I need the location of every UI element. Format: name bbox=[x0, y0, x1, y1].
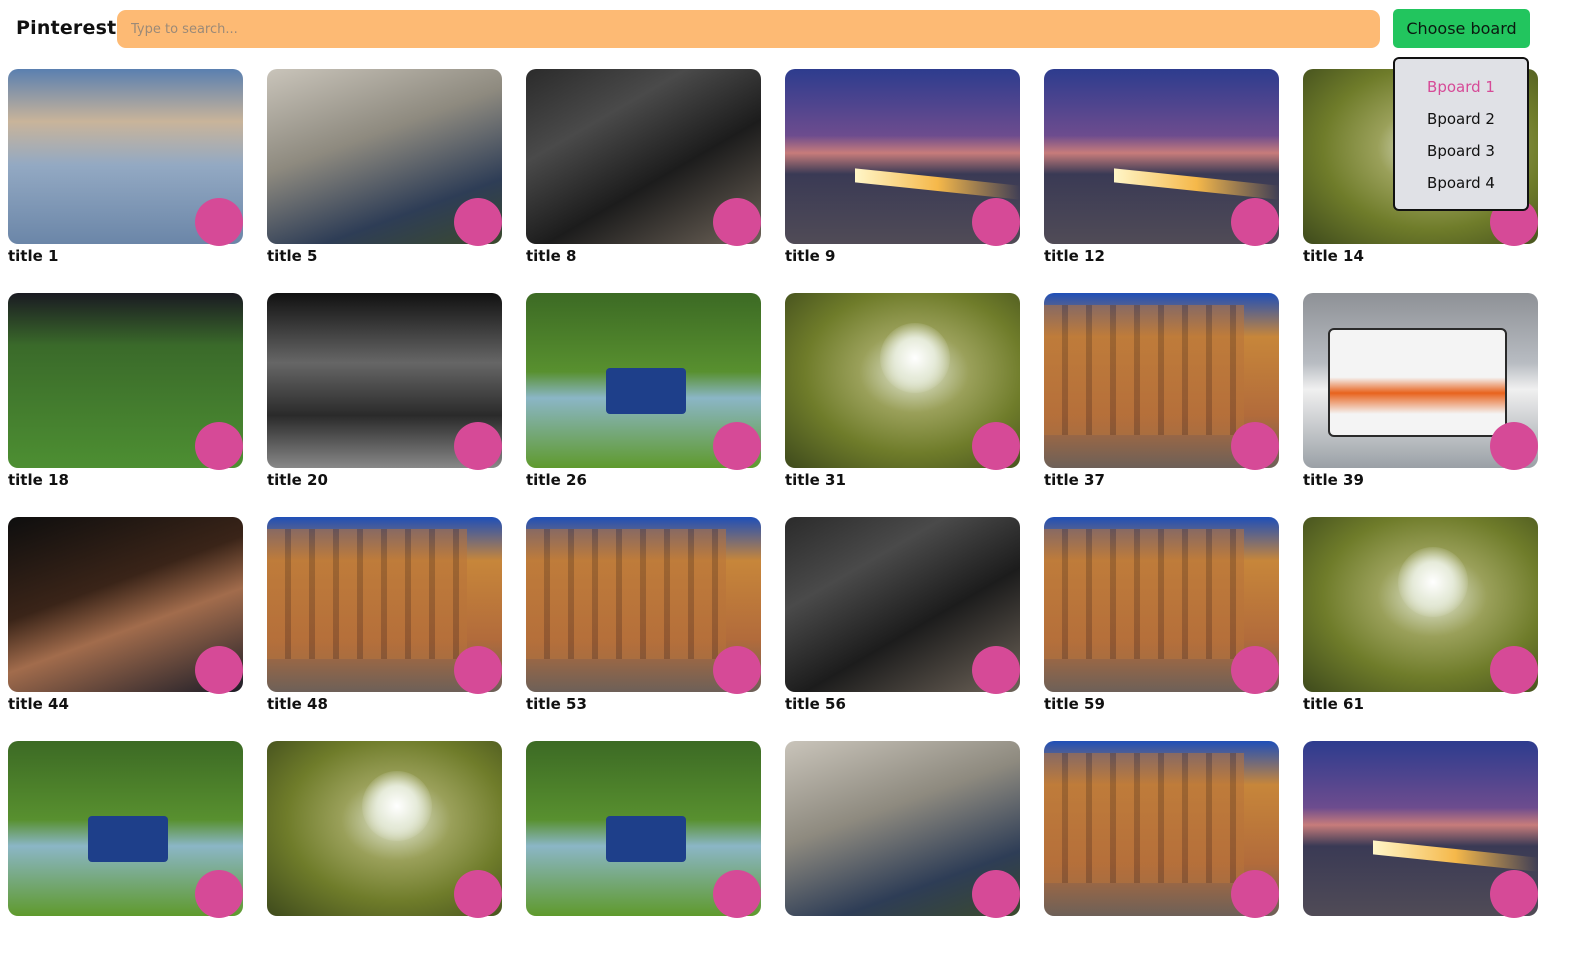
save-pin-button[interactable] bbox=[195, 870, 243, 918]
pin-card[interactable]: title 61 bbox=[1303, 517, 1538, 741]
pin-title: title 61 bbox=[1303, 695, 1364, 713]
light-trail bbox=[1114, 168, 1279, 200]
pin-title: title 20 bbox=[267, 471, 328, 489]
save-pin-button[interactable] bbox=[195, 646, 243, 694]
pin-grid: title 1 title 5 title 8 title 9 title 12 titl… bbox=[8, 69, 1538, 965]
light-trail bbox=[1373, 840, 1538, 872]
pin-title: title 18 bbox=[8, 471, 69, 489]
pin-card[interactable]: title 31 bbox=[785, 293, 1020, 517]
pin-card[interactable]: title 37 bbox=[1044, 293, 1279, 517]
save-pin-button[interactable] bbox=[972, 422, 1020, 470]
save-pin-button[interactable] bbox=[454, 422, 502, 470]
dandelion-seedhead bbox=[1398, 547, 1468, 617]
save-pin-button[interactable] bbox=[972, 870, 1020, 918]
board-option[interactable]: Bpoard 3 bbox=[1395, 142, 1527, 160]
truck bbox=[606, 816, 686, 862]
choose-board-button[interactable]: Choose board bbox=[1393, 9, 1530, 48]
pin-title: title 48 bbox=[267, 695, 328, 713]
app-logo[interactable]: Pinterest bbox=[16, 17, 116, 39]
pin-title: title 56 bbox=[785, 695, 846, 713]
pin-card[interactable]: title 20 bbox=[267, 293, 502, 517]
top-bar: Pinterest Choose board bbox=[0, 0, 1574, 58]
pin-card[interactable]: title 5 bbox=[267, 69, 502, 293]
save-pin-button[interactable] bbox=[972, 198, 1020, 246]
pin-card[interactable] bbox=[267, 741, 502, 965]
palace-facade bbox=[526, 529, 726, 659]
pin-title: title 39 bbox=[1303, 471, 1364, 489]
board-option[interactable]: Bpoard 1 bbox=[1395, 78, 1527, 96]
palace-facade bbox=[267, 529, 467, 659]
board-option[interactable]: Bpoard 4 bbox=[1395, 174, 1527, 192]
pin-title: title 8 bbox=[526, 247, 577, 265]
pin-card[interactable]: title 12 bbox=[1044, 69, 1279, 293]
palace-facade bbox=[1044, 305, 1244, 435]
save-pin-button[interactable] bbox=[1490, 422, 1538, 470]
palace-facade bbox=[1044, 529, 1244, 659]
pin-card[interactable]: title 9 bbox=[785, 69, 1020, 293]
pin-card[interactable]: title 8 bbox=[526, 69, 761, 293]
pin-title: title 26 bbox=[526, 471, 587, 489]
pin-card[interactable] bbox=[785, 741, 1020, 965]
dandelion-seedhead bbox=[362, 771, 432, 841]
pin-title: title 44 bbox=[8, 695, 69, 713]
pin-card[interactable]: title 56 bbox=[785, 517, 1020, 741]
save-pin-button[interactable] bbox=[1231, 422, 1279, 470]
save-pin-button[interactable] bbox=[713, 870, 761, 918]
pin-card[interactable]: title 48 bbox=[267, 517, 502, 741]
save-pin-button[interactable] bbox=[195, 198, 243, 246]
pin-card[interactable] bbox=[1303, 741, 1538, 965]
pin-title: title 5 bbox=[267, 247, 318, 265]
pin-title: title 53 bbox=[526, 695, 587, 713]
save-pin-button[interactable] bbox=[713, 422, 761, 470]
save-pin-button[interactable] bbox=[1231, 646, 1279, 694]
truck bbox=[606, 368, 686, 414]
save-pin-button[interactable] bbox=[454, 870, 502, 918]
pin-title: title 31 bbox=[785, 471, 846, 489]
save-pin-button[interactable] bbox=[1231, 870, 1279, 918]
pin-card[interactable]: title 18 bbox=[8, 293, 243, 517]
pin-card[interactable]: title 59 bbox=[1044, 517, 1279, 741]
pin-card[interactable] bbox=[1044, 741, 1279, 965]
search-input[interactable] bbox=[117, 10, 1380, 48]
save-pin-button[interactable] bbox=[1490, 870, 1538, 918]
pin-card[interactable]: title 26 bbox=[526, 293, 761, 517]
save-pin-button[interactable] bbox=[1490, 646, 1538, 694]
pin-card[interactable]: title 53 bbox=[526, 517, 761, 741]
pin-title: title 12 bbox=[1044, 247, 1105, 265]
pin-card[interactable] bbox=[8, 741, 243, 965]
save-pin-button[interactable] bbox=[972, 646, 1020, 694]
pin-title: title 59 bbox=[1044, 695, 1105, 713]
save-pin-button[interactable] bbox=[713, 198, 761, 246]
save-pin-button[interactable] bbox=[1231, 198, 1279, 246]
palace-facade bbox=[1044, 753, 1244, 883]
pin-title: title 9 bbox=[785, 247, 836, 265]
pin-card[interactable]: title 39 bbox=[1303, 293, 1538, 517]
truck bbox=[88, 816, 168, 862]
pin-card[interactable]: title 1 bbox=[8, 69, 243, 293]
pin-title: title 1 bbox=[8, 247, 59, 265]
pin-card[interactable] bbox=[526, 741, 761, 965]
bus bbox=[1328, 328, 1507, 437]
pin-card[interactable]: title 44 bbox=[8, 517, 243, 741]
board-option[interactable]: Bpoard 2 bbox=[1395, 110, 1527, 128]
pin-title: title 14 bbox=[1303, 247, 1364, 265]
save-pin-button[interactable] bbox=[454, 198, 502, 246]
board-dropdown: Bpoard 1 Bpoard 2 Bpoard 3 Bpoard 4 bbox=[1393, 57, 1529, 211]
save-pin-button[interactable] bbox=[713, 646, 761, 694]
save-pin-button[interactable] bbox=[195, 422, 243, 470]
dandelion-seedhead bbox=[880, 323, 950, 393]
light-trail bbox=[855, 168, 1020, 200]
save-pin-button[interactable] bbox=[454, 646, 502, 694]
pin-title: title 37 bbox=[1044, 471, 1105, 489]
